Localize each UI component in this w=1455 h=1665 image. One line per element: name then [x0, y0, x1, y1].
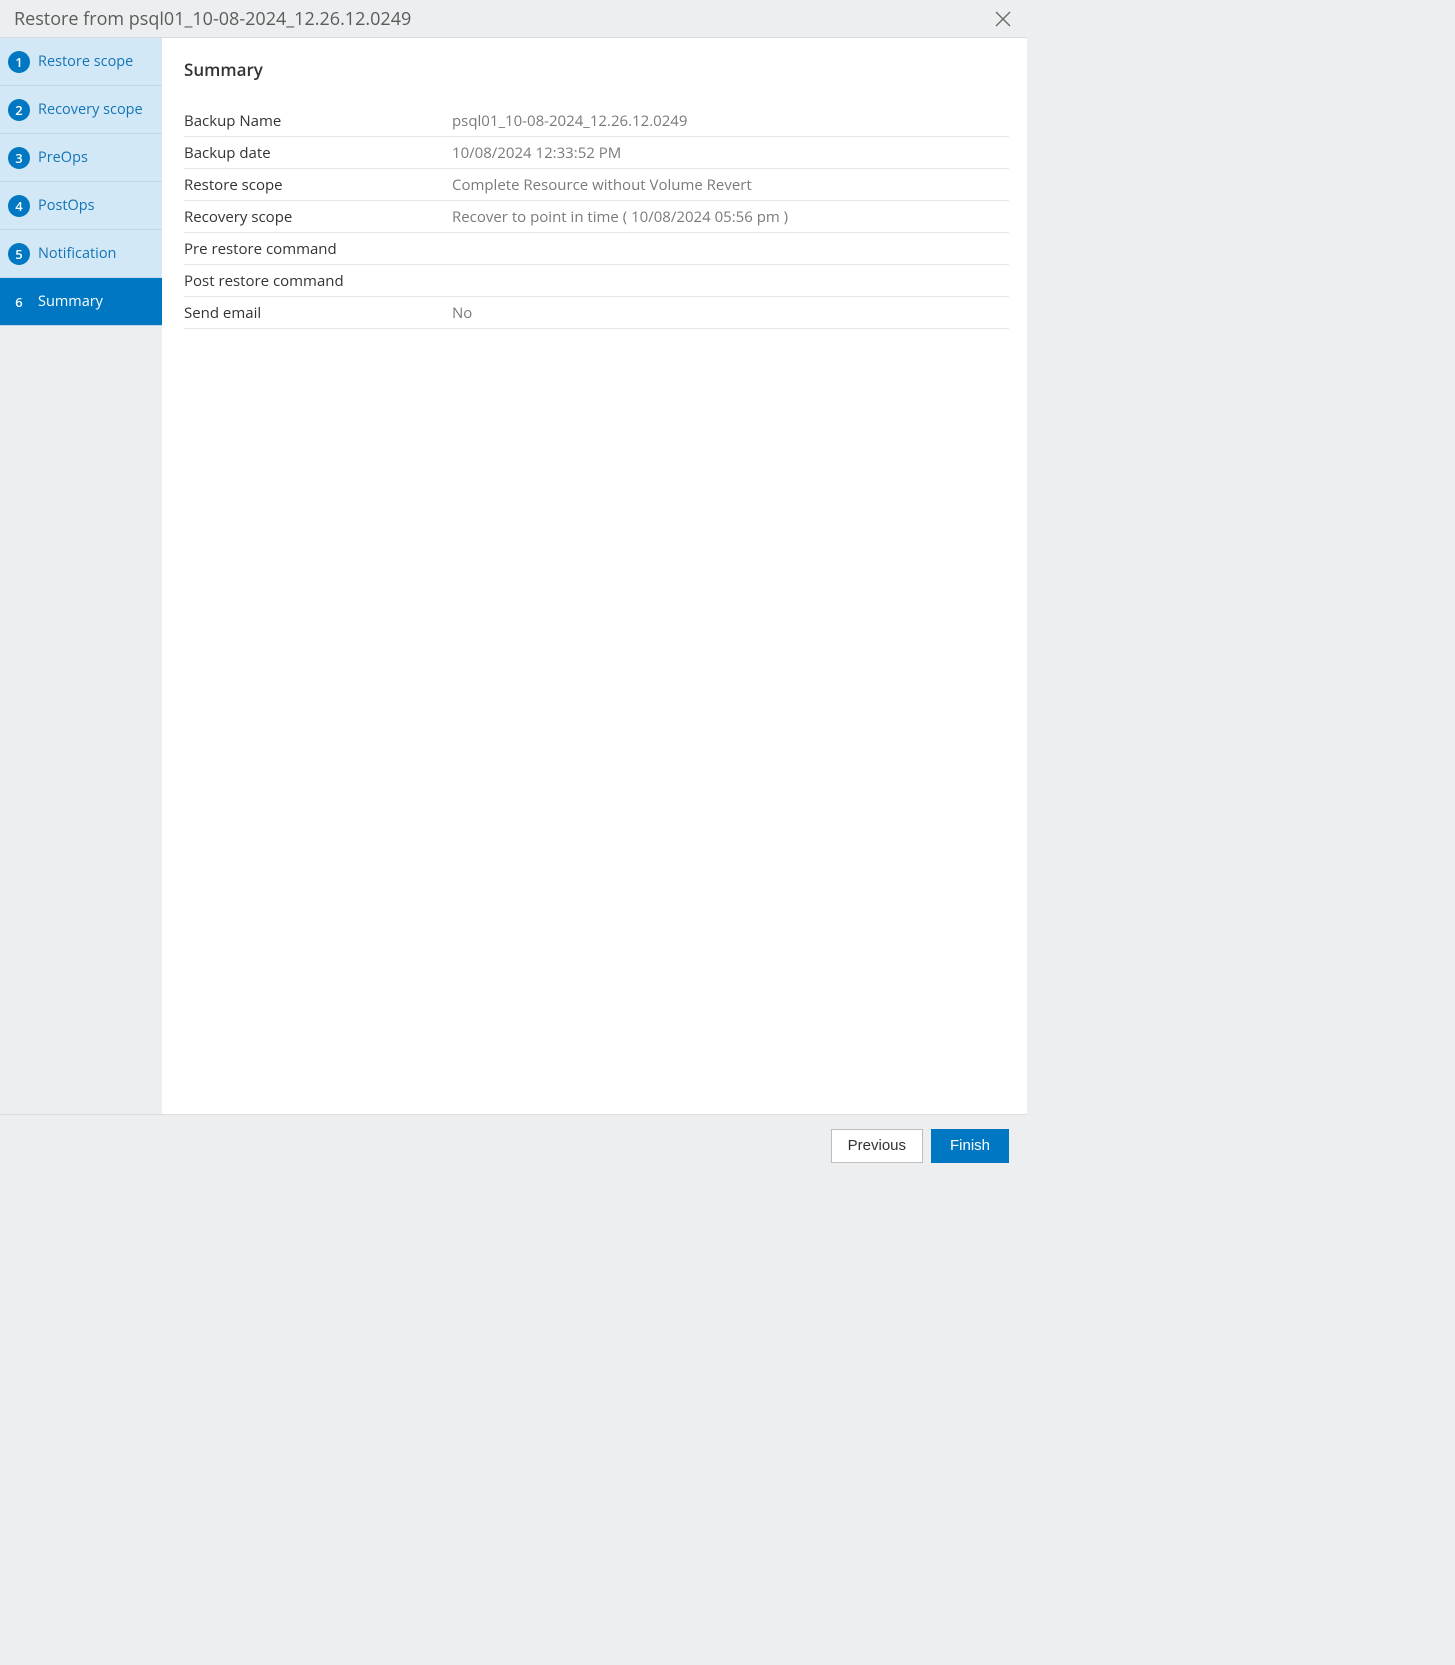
previous-button[interactable]: Previous [831, 1129, 923, 1163]
row-label: Backup Name [184, 106, 452, 136]
step-summary[interactable]: 6 Summary [0, 278, 162, 326]
step-number: 4 [8, 195, 30, 217]
summary-row-backup-name: Backup Name psql01_10-08-2024_12.26.12.0… [184, 105, 1009, 137]
summary-row-restore-scope: Restore scope Complete Resource without … [184, 169, 1009, 201]
close-icon[interactable] [991, 4, 1015, 34]
step-number: 2 [8, 99, 30, 121]
step-recovery-scope[interactable]: 2 Recovery scope [0, 86, 162, 134]
summary-row-pre-restore-command: Pre restore command [184, 233, 1009, 265]
step-number: 6 [8, 291, 30, 313]
row-value: psql01_10-08-2024_12.26.12.0249 [452, 106, 1009, 136]
step-restore-scope[interactable]: 1 Restore scope [0, 38, 162, 86]
summary-row-recovery-scope: Recovery scope Recover to point in time … [184, 201, 1009, 233]
step-notification[interactable]: 5 Notification [0, 230, 162, 278]
summary-row-backup-date: Backup date 10/08/2024 12:33:52 PM [184, 137, 1009, 169]
row-value: No [452, 298, 1009, 328]
step-label: Notification [38, 244, 116, 263]
wizard-sidebar: 1 Restore scope 2 Recovery scope 3 PreOp… [0, 38, 162, 1114]
row-value: Complete Resource without Volume Revert [452, 170, 1009, 200]
step-number: 5 [8, 243, 30, 265]
step-preops[interactable]: 3 PreOps [0, 134, 162, 182]
row-value [452, 244, 1009, 254]
row-label: Send email [184, 298, 452, 328]
row-value: 10/08/2024 12:33:52 PM [452, 138, 1009, 168]
step-label: Restore scope [38, 52, 133, 71]
summary-row-post-restore-command: Post restore command [184, 265, 1009, 297]
wizard-footer: Previous Finish [0, 1114, 1027, 1176]
main-content: Summary Backup Name psql01_10-08-2024_12… [162, 38, 1027, 1114]
row-label: Restore scope [184, 170, 452, 200]
page-heading: Summary [184, 58, 1009, 81]
step-label: PostOps [38, 196, 95, 215]
step-label: Summary [38, 292, 103, 311]
row-label: Recovery scope [184, 202, 452, 232]
dialog-title: Restore from psql01_10-08-2024_12.26.12.… [14, 7, 411, 31]
finish-button[interactable]: Finish [931, 1129, 1009, 1163]
row-label: Backup date [184, 138, 452, 168]
summary-row-send-email: Send email No [184, 297, 1009, 329]
step-postops[interactable]: 4 PostOps [0, 182, 162, 230]
row-value [452, 276, 1009, 286]
step-number: 1 [8, 51, 30, 73]
row-label: Post restore command [184, 266, 452, 296]
step-label: Recovery scope [38, 100, 143, 119]
titlebar: Restore from psql01_10-08-2024_12.26.12.… [0, 0, 1027, 38]
step-number: 3 [8, 147, 30, 169]
row-value: Recover to point in time ( 10/08/2024 05… [452, 202, 1009, 232]
step-label: PreOps [38, 148, 88, 167]
row-label: Pre restore command [184, 234, 452, 264]
